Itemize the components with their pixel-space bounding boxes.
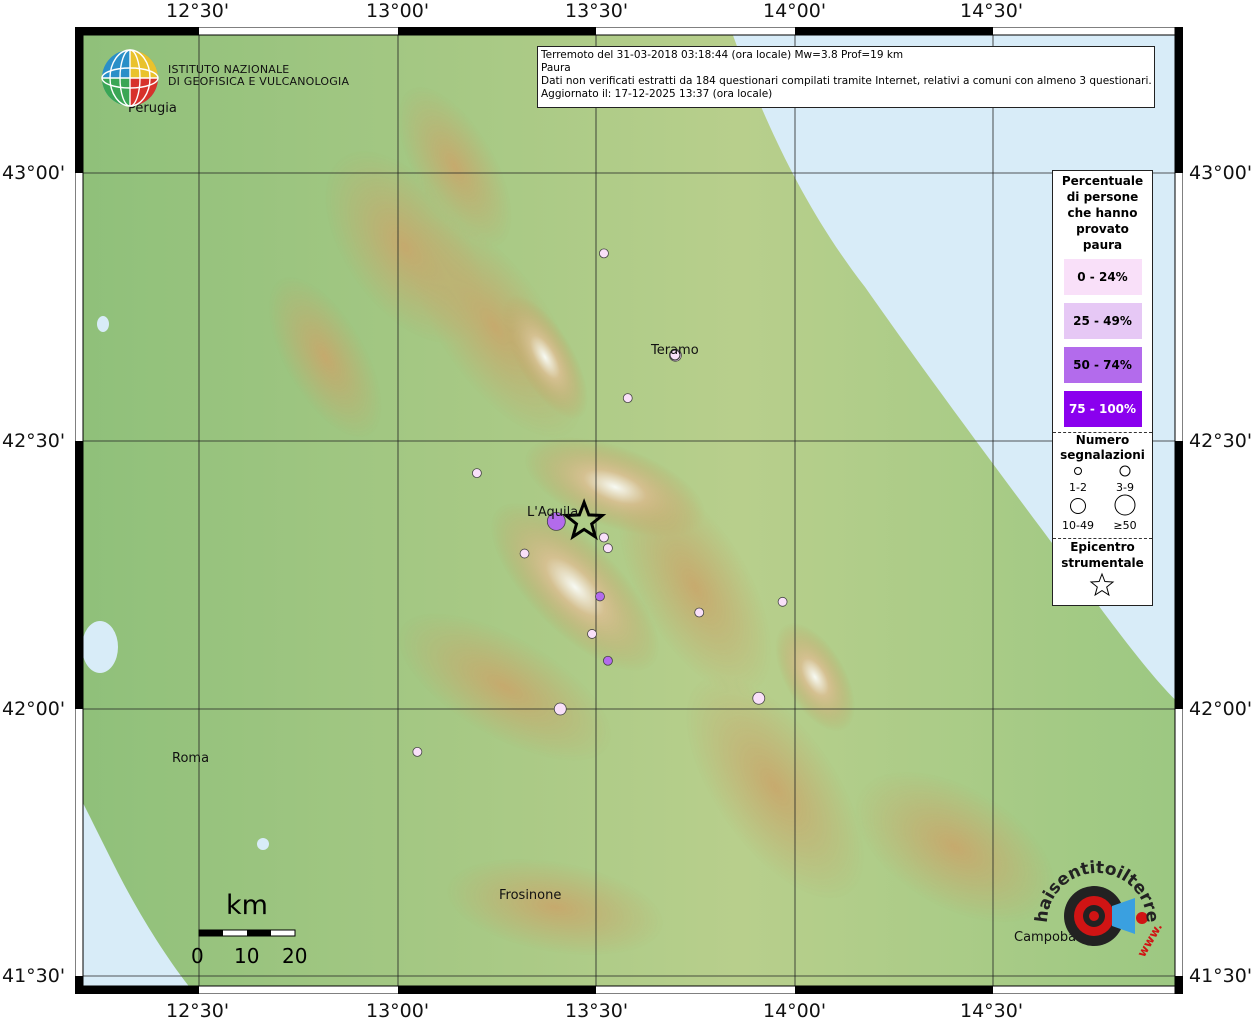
lon-tick-top-1: 12°30' bbox=[166, 0, 230, 22]
institute-line-2: DI GEOFISICA E VULCANOLOGIA bbox=[168, 75, 350, 88]
legend-epicenter-title-line: strumentale bbox=[1061, 556, 1144, 570]
legend-count-title-line: Numero bbox=[1075, 433, 1130, 447]
felt-report-point[interactable] bbox=[519, 548, 530, 559]
felt-report-point[interactable] bbox=[599, 248, 609, 259]
felt-report-point[interactable] bbox=[553, 702, 567, 716]
lon-tick-bottom-4: 14°00' bbox=[763, 1000, 827, 1022]
lon-tick-bottom-2: 13°00' bbox=[366, 1000, 430, 1022]
city-label-teramo: Teramo bbox=[651, 343, 699, 358]
felt-report-point[interactable] bbox=[777, 596, 788, 607]
event-line-4: Aggiornato il: 17-12-2025 13:37 (ora loc… bbox=[541, 88, 773, 100]
lat-tick-left-2: 42°30' bbox=[2, 430, 66, 452]
legend-size-symbols: 1-2 3-9 10-49 ≥50 bbox=[1062, 465, 1137, 532]
legend-count-label: 10-49 bbox=[1062, 519, 1094, 532]
scalebar-label-0: 0 bbox=[191, 944, 204, 968]
legend-count-title: Numero segnalazioni bbox=[1053, 433, 1152, 463]
legend-title: Percentuale di persone che hanno provato… bbox=[1053, 171, 1152, 253]
lat-tick-left-1: 43°00' bbox=[2, 162, 66, 184]
lon-tick-top-3: 13°30' bbox=[565, 0, 629, 22]
ingv-logo-icon bbox=[101, 49, 159, 107]
map-canvas[interactable] bbox=[75, 27, 1183, 994]
lat-tick-right-4: 41°30' bbox=[1189, 965, 1253, 987]
event-info-box: Terremoto del 31-03-2018 03:18:44 (ora l… bbox=[537, 46, 1155, 108]
city-label-frosinone: Frosinone bbox=[499, 888, 562, 903]
lon-tick-bottom-3: 13°30' bbox=[565, 1000, 629, 1022]
event-line-3: Dati non verificati estratti da 184 ques… bbox=[541, 75, 1152, 87]
scalebar-unit: km bbox=[226, 890, 268, 921]
legend-count-title-line: segnalazioni bbox=[1060, 448, 1145, 462]
felt-report-point[interactable] bbox=[752, 691, 766, 705]
watermark-url: www. bbox=[1134, 920, 1162, 959]
lat-tick-left-4: 41°30' bbox=[2, 965, 66, 987]
legend-title-line: che hanno bbox=[1067, 206, 1138, 220]
felt-report-point[interactable] bbox=[412, 746, 423, 757]
legend-count-label: 1-2 bbox=[1069, 481, 1087, 494]
legend-title-line: paura bbox=[1082, 238, 1123, 252]
lat-tick-left-3: 42°00' bbox=[2, 698, 66, 720]
lat-tick-right-1: 43°00' bbox=[1189, 162, 1253, 184]
lon-tick-bottom-1: 12°30' bbox=[166, 1000, 230, 1022]
felt-report-point[interactable] bbox=[603, 655, 613, 666]
lake bbox=[257, 838, 269, 850]
felt-report-point[interactable] bbox=[471, 468, 482, 479]
legend-title-line: provato bbox=[1076, 222, 1129, 236]
felt-report-point[interactable] bbox=[587, 629, 597, 639]
felt-report-point[interactable] bbox=[694, 607, 705, 618]
event-line-2: Paura bbox=[541, 62, 571, 74]
legend-epicenter-title-line: Epicentro bbox=[1070, 540, 1135, 554]
legend-title-line: Percentuale bbox=[1061, 174, 1144, 188]
legend-star-icon bbox=[1089, 572, 1115, 597]
felt-report-point[interactable] bbox=[595, 591, 605, 602]
felt-report-point[interactable] bbox=[599, 532, 609, 543]
scalebar-label-10: 10 bbox=[234, 944, 260, 968]
city-label-roma: Roma bbox=[172, 751, 210, 766]
event-line-1: Terremoto del 31-03-2018 03:18:44 (ora l… bbox=[541, 49, 904, 61]
lon-tick-top-2: 13°00' bbox=[366, 0, 430, 22]
felt-report-point[interactable] bbox=[603, 543, 613, 554]
legend-class-1: 25 - 49% bbox=[1063, 303, 1142, 339]
lon-tick-top-4: 14°00' bbox=[763, 0, 827, 22]
scalebar bbox=[198, 929, 296, 937]
legend-class-3: 75 - 100% bbox=[1063, 391, 1142, 427]
legend-count-label: 3-9 bbox=[1116, 481, 1134, 494]
institute-name: ISTITUTO NAZIONALE DI GEOFISICA E VULCAN… bbox=[168, 64, 349, 88]
lake bbox=[97, 316, 109, 332]
legend-class-0: 0 - 24% bbox=[1063, 259, 1142, 295]
city-label-laquila: L'Aquila bbox=[527, 505, 579, 520]
legend-count-label: ≥50 bbox=[1113, 519, 1136, 532]
legend: Percentuale di persone che hanno provato… bbox=[1052, 170, 1153, 606]
legend-class-2: 50 - 74% bbox=[1063, 347, 1142, 383]
legend-title-line: di persone bbox=[1066, 190, 1139, 204]
lat-tick-right-2: 42°30' bbox=[1189, 430, 1253, 452]
scalebar-label-20: 20 bbox=[282, 944, 308, 968]
haisentito-logo-icon: haisentitoilterremoto.it www. bbox=[1032, 858, 1162, 960]
lake bbox=[83, 621, 118, 673]
lon-tick-top-5: 14°30' bbox=[960, 0, 1024, 22]
legend-epicenter-title: Epicentro strumentale bbox=[1053, 539, 1152, 571]
lon-tick-bottom-5: 14°30' bbox=[960, 1000, 1024, 1022]
lat-tick-right-3: 42°00' bbox=[1189, 698, 1253, 720]
felt-report-point[interactable] bbox=[622, 393, 633, 404]
